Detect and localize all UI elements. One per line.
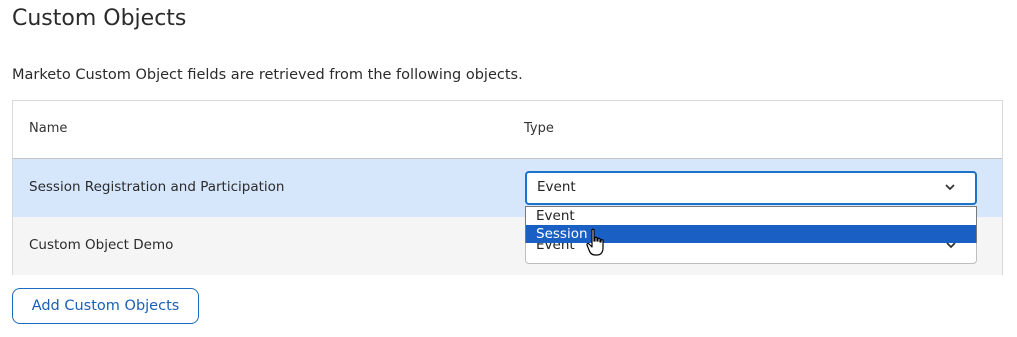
row-name: Session Registration and Participation [29,179,285,195]
custom-objects-page: Custom Objects Marketo Custom Object fie… [0,0,1017,337]
section-description: Marketo Custom Object fields are retriev… [12,67,523,83]
table-header: Name Type [13,101,1002,159]
add-custom-objects-button[interactable]: Add Custom Objects [12,288,199,324]
dropdown-option-event[interactable]: Event [526,207,976,225]
custom-objects-table: Name Type Session Registration and Parti… [12,100,1003,275]
column-header-name: Name [29,121,68,136]
type-select[interactable]: Event [525,171,977,205]
column-header-type: Type [524,121,554,136]
chevron-down-icon [945,177,955,201]
hand-pointer-icon [586,228,608,262]
page-title: Custom Objects [12,6,187,31]
row-name: Custom Object Demo [29,237,174,253]
select-value: Event [537,179,576,195]
